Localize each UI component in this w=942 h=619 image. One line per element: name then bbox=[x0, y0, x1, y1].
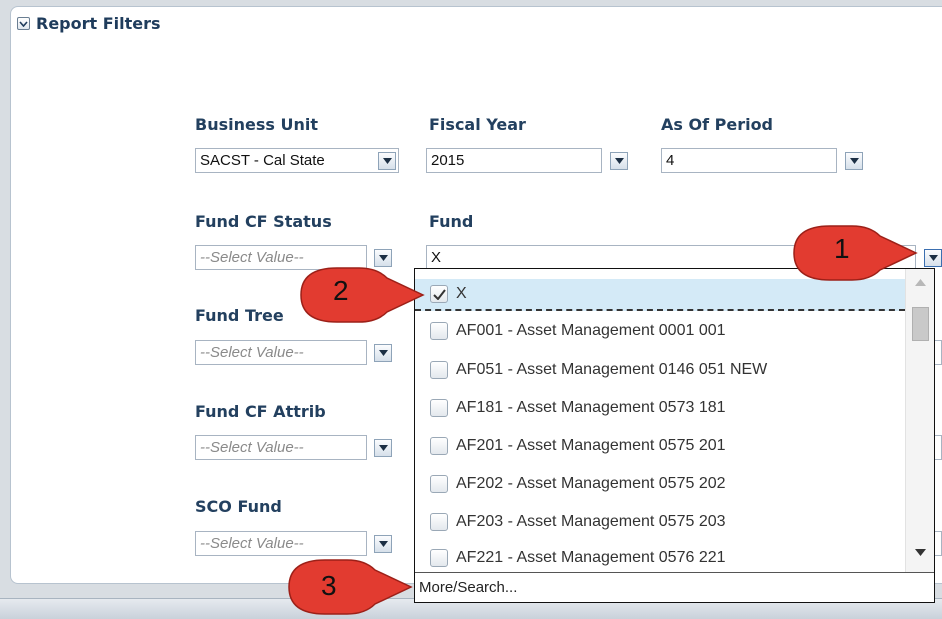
checkbox-icon[interactable] bbox=[430, 475, 448, 493]
checkbox-icon[interactable] bbox=[430, 549, 448, 567]
fund-tree-label: Fund Tree bbox=[195, 306, 284, 325]
checkbox-icon[interactable] bbox=[430, 322, 448, 340]
callout-1-number: 1 bbox=[834, 233, 850, 264]
list-item-label: AF051 - Asset Management 0146 051 NEW bbox=[456, 361, 768, 378]
chevron-down-icon[interactable] bbox=[924, 249, 942, 267]
list-item[interactable]: AF203 - Asset Management 0575 203 bbox=[415, 506, 905, 538]
list-item[interactable]: AF201 - Asset Management 0575 201 bbox=[415, 430, 905, 462]
as-of-period-select[interactable]: 4 bbox=[661, 148, 837, 173]
chevron-down-icon[interactable] bbox=[610, 152, 628, 170]
list-item[interactable]: AF051 - Asset Management 0146 051 NEW bbox=[415, 354, 905, 386]
sco-fund-label: SCO Fund bbox=[195, 497, 282, 516]
business-unit-value: SACST - Cal State bbox=[200, 152, 325, 169]
list-item-label: AF181 - Asset Management 0573 181 bbox=[456, 399, 726, 416]
fiscal-year-label: Fiscal Year bbox=[429, 115, 526, 134]
more-search-link[interactable]: More/Search... bbox=[415, 572, 934, 602]
callout-3-arrow bbox=[288, 559, 413, 615]
business-unit-label: Business Unit bbox=[195, 115, 318, 134]
fiscal-year-value: 2015 bbox=[431, 152, 465, 169]
checkbox-icon[interactable] bbox=[430, 361, 448, 379]
scrollbar-thumb[interactable] bbox=[912, 307, 929, 341]
sco-fund-value: --Select Value-- bbox=[200, 535, 304, 552]
panel-title: Report Filters bbox=[36, 14, 161, 33]
collapse-icon[interactable] bbox=[17, 17, 30, 30]
fund-cf-attrib-select[interactable]: --Select Value-- bbox=[195, 435, 367, 460]
chevron-down-icon[interactable] bbox=[378, 151, 396, 170]
list-item-label: AF203 - Asset Management 0575 203 bbox=[456, 513, 726, 530]
list-item-label: AF221 - Asset Management 0576 221 bbox=[456, 549, 726, 566]
chevron-down-icon[interactable] bbox=[845, 152, 863, 170]
business-unit-select[interactable]: SACST - Cal State bbox=[195, 148, 399, 173]
as-of-period-label: As Of Period bbox=[661, 115, 774, 134]
checkbox-icon[interactable] bbox=[430, 437, 448, 455]
list-item[interactable]: AF001 - Asset Management 0001 001 bbox=[415, 315, 905, 347]
panel-header[interactable]: Report Filters bbox=[17, 14, 161, 33]
list-item-label: X bbox=[456, 285, 467, 302]
checkbox-icon[interactable] bbox=[430, 399, 448, 417]
chevron-down-icon[interactable] bbox=[374, 344, 392, 362]
fund-cf-status-label: Fund CF Status bbox=[195, 212, 332, 231]
callout-3-number: 3 bbox=[321, 570, 337, 601]
fund-cf-attrib-label: Fund CF Attrib bbox=[195, 402, 326, 421]
list-item[interactable]: AF202 - Asset Management 0575 202 bbox=[415, 468, 905, 500]
list-item-label: AF001 - Asset Management 0001 001 bbox=[456, 322, 726, 339]
callout-2-arrow bbox=[300, 267, 425, 323]
fund-tree-value: --Select Value-- bbox=[200, 344, 304, 361]
list-item-label: AF202 - Asset Management 0575 202 bbox=[456, 475, 726, 492]
fiscal-year-select[interactable]: 2015 bbox=[426, 148, 602, 173]
fund-tree-select[interactable]: --Select Value-- bbox=[195, 340, 367, 365]
checkbox-checked-icon[interactable] bbox=[430, 285, 448, 303]
dropdown-scrollbar[interactable] bbox=[905, 269, 934, 572]
list-item[interactable]: AF221 - Asset Management 0576 221 bbox=[415, 544, 905, 572]
scroll-down-icon[interactable] bbox=[915, 549, 926, 556]
chevron-down-icon[interactable] bbox=[374, 439, 392, 457]
as-of-period-value: 4 bbox=[666, 152, 675, 169]
fund-cf-attrib-value: --Select Value-- bbox=[200, 439, 304, 456]
checkbox-icon[interactable] bbox=[430, 513, 448, 531]
list-item[interactable]: AF181 - Asset Management 0573 181 bbox=[415, 392, 905, 424]
callout-2-number: 2 bbox=[333, 275, 349, 306]
list-item-label: AF201 - Asset Management 0575 201 bbox=[456, 437, 726, 454]
fund-dropdown-list[interactable]: X AF001 - Asset Management 0001 001 AF05… bbox=[414, 268, 935, 603]
chevron-down-icon[interactable] bbox=[374, 535, 392, 553]
callout-1-arrow bbox=[793, 225, 918, 281]
sco-fund-select[interactable]: --Select Value-- bbox=[195, 531, 367, 556]
fund-label: Fund bbox=[429, 212, 474, 231]
